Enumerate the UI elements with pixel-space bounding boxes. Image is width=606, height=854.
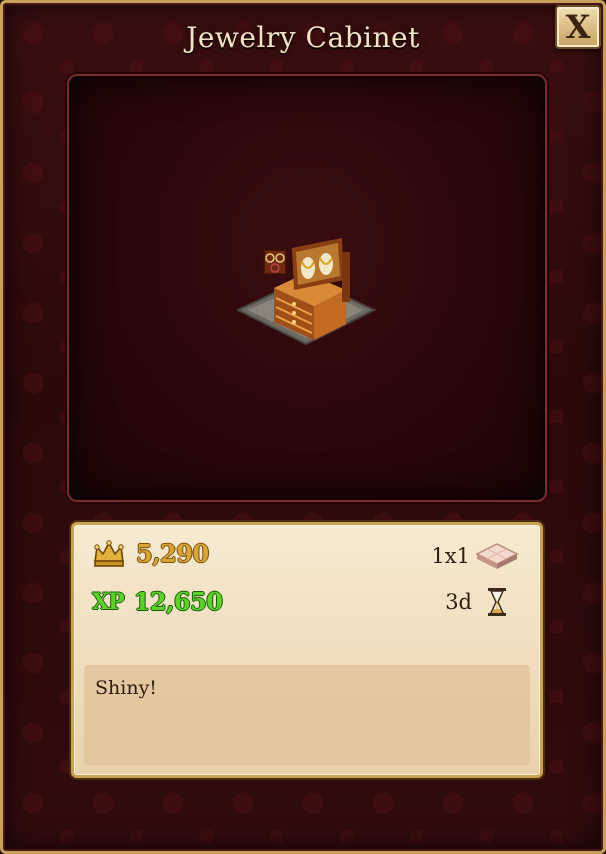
build-time-value: 3d bbox=[445, 590, 472, 614]
xp-value: 12,650 bbox=[133, 587, 223, 616]
xp-icon: XP bbox=[92, 588, 125, 615]
xp-row: XP 12,650 bbox=[92, 587, 223, 616]
cost-row: 5,290 bbox=[92, 539, 209, 568]
description-box: Shiny! bbox=[84, 665, 530, 765]
close-icon: X bbox=[565, 8, 591, 46]
item-stats-panel: 5,290 XP 12,650 1x1 3d Shiny! bbox=[71, 522, 543, 778]
footprint-tile-icon bbox=[475, 543, 519, 569]
coin-cost-value: 5,290 bbox=[136, 539, 209, 568]
size-row: 1x1 bbox=[431, 541, 520, 571]
item-info-dialog: Jewelry Cabinet X 5,290 XP 12,650 1x1 3d… bbox=[0, 0, 606, 854]
time-row: 3d bbox=[445, 587, 508, 617]
crown-icon bbox=[94, 539, 124, 567]
dialog-title: Jewelry Cabinet bbox=[186, 21, 420, 54]
item-description: Shiny! bbox=[95, 677, 157, 699]
close-button[interactable]: X bbox=[555, 5, 601, 49]
size-value: 1x1 bbox=[431, 544, 470, 568]
item-preview-panel bbox=[67, 74, 547, 502]
hourglass-icon bbox=[488, 588, 506, 616]
jewelry-cabinet-image bbox=[235, 238, 377, 346]
